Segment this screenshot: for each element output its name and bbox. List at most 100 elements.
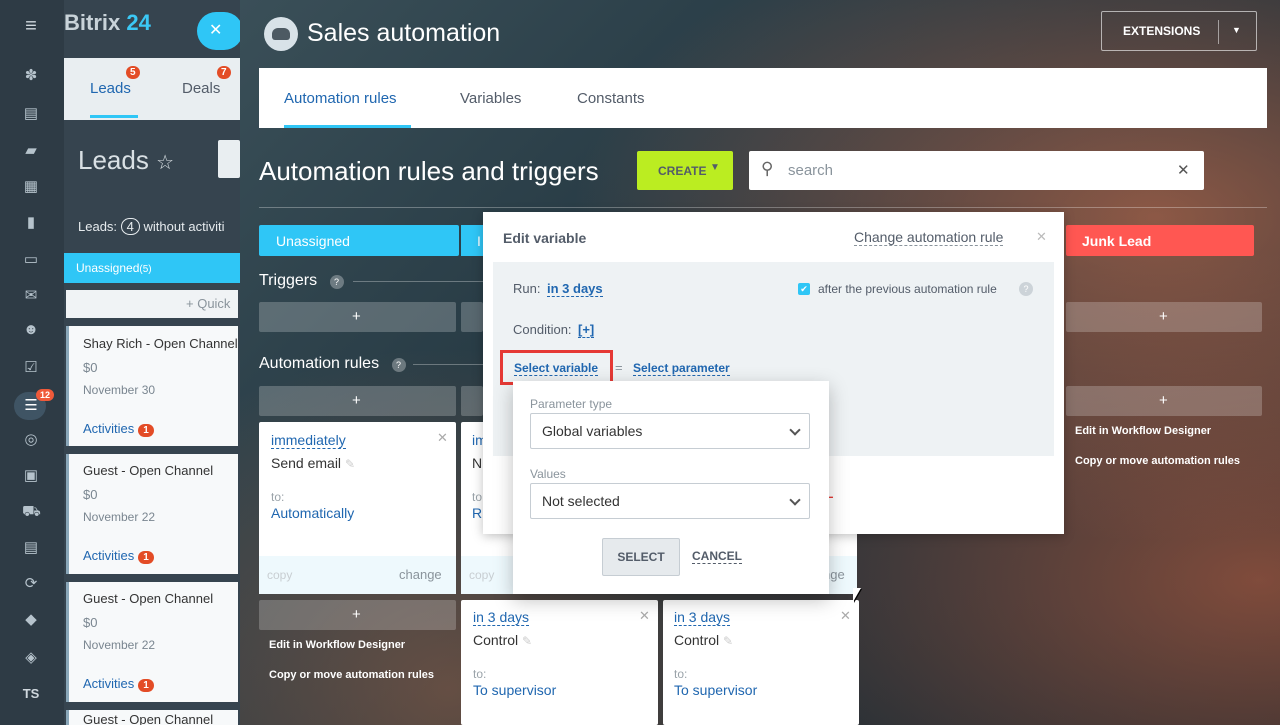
rule-time[interactable]: in 3 days [473,609,530,626]
activity-stream-icon[interactable]: ✽ [22,68,40,84]
after-previous-checkbox[interactable]: ✔ [798,283,810,295]
lead-card[interactable]: Guest - Open Channel $0 November 22 Acti… [66,454,238,574]
drive-icon[interactable]: ▭ [22,252,40,268]
rule-card-control[interactable]: in 3 days ✕ Control ✎ to: To supervisor [461,600,658,725]
rule-time[interactable]: in 3 days [674,609,731,626]
help-icon[interactable]: ? [1019,282,1033,296]
star-icon[interactable]: ☆ [156,152,174,174]
lead-card[interactable]: Guest - Open Channel $0 November 22 Acti… [66,582,238,702]
crm-badge: 12 [36,389,55,401]
leads-filter-input[interactable] [218,140,240,178]
add-trigger-button[interactable] [461,302,483,332]
rule-recipient[interactable]: To supervisor [473,682,556,698]
lead-card[interactable]: Shay Rich - Open Channel $0 November 30 … [66,326,238,446]
menu-icon[interactable]: ≡ [22,16,40,36]
leads-count-badge: 5 [126,66,140,79]
delete-rule-icon[interactable]: ✕ [437,430,448,446]
rule-recipient[interactable]: Automatically [271,505,354,521]
activities-link[interactable]: Activities 1 [83,676,154,692]
robot-icon [264,17,298,51]
stage-second[interactable]: I [461,225,483,256]
rule-recipient[interactable]: To supervisor [674,682,757,698]
rule-card-control[interactable]: in 3 days ✕ Control ✎ to: To supervisor [663,600,859,725]
help-icon[interactable]: ? [391,358,406,372]
activities-link[interactable]: Activities 1 [83,421,154,437]
mail-icon[interactable]: ✉ [22,288,40,304]
select-button[interactable]: SELECT [602,538,680,576]
automation-rules-label: Automation rules ? [259,355,406,373]
close-icon[interactable]: ✕ [1036,229,1047,245]
clear-search-icon[interactable]: ✕ [1177,161,1190,179]
calendar-icon[interactable]: ▦ [22,179,40,195]
select-parameter-link[interactable]: Select parameter [633,361,730,376]
popup-title: Edit variable [503,230,587,246]
tab-variables[interactable]: Variables [460,90,521,107]
cube-icon[interactable]: ◈ [22,650,40,666]
cancel-button[interactable]: CANCEL [692,549,742,564]
add-trigger-button[interactable]: + [1066,302,1262,332]
run-time-link[interactable]: in 3 days [547,281,603,297]
chat-icon[interactable]: ▰ [22,143,40,159]
triggers-line [353,281,483,282]
copy-rule-button[interactable]: copy [267,568,292,582]
documents-icon[interactable]: ▮ [22,215,40,231]
automation-tabs-bar: Automation rules Variables Constants [259,68,1267,128]
groups-icon[interactable]: ☻ [22,322,40,338]
parameter-type-select[interactable]: Global variables [530,413,810,449]
add-rule-button[interactable]: + [259,600,456,630]
rule-card-send-email[interactable]: immediately ✕ Send email ✎ to: Automatic… [259,422,456,594]
pencil-icon[interactable]: ✎ [522,634,532,648]
add-trigger-button[interactable]: + [259,302,456,332]
edit-workflow-designer-link[interactable]: Edit in Workflow Designer [1075,425,1211,437]
checklist-icon[interactable]: ☑ [22,360,40,376]
select-variable-link[interactable]: Select variable [514,361,599,376]
create-button[interactable]: CREATE ▼ [637,151,733,190]
lead-card[interactable]: Guest - Open Channel [66,710,238,725]
chevron-down-icon: ▼ [710,162,720,173]
parameter-dropdown: Parameter type Global variables Values N… [513,381,829,594]
chevron-down-icon: ▼ [1232,25,1241,35]
add-rule-button[interactable]: + [1066,386,1262,416]
crm-filter-icon[interactable]: ☰ [22,398,40,414]
change-automation-rule-link[interactable]: Change automation rule [854,229,1004,246]
window-icon[interactable]: ▣ [22,468,40,484]
contact-card-icon[interactable]: ▤ [22,540,40,556]
delete-rule-icon[interactable]: ✕ [639,608,650,624]
copy-move-rules-link[interactable]: Copy or move automation rules [1075,455,1240,467]
panel-title: Sales automation [307,19,501,47]
values-label: Values [530,467,566,481]
search-input[interactable]: ⚲ search ✕ [749,151,1204,190]
tab-leads[interactable]: Leads [90,80,131,97]
target-icon[interactable]: ◎ [22,432,40,448]
stage-junk-lead[interactable]: Junk Lead [1066,225,1254,256]
tab-constants[interactable]: Constants [577,90,645,107]
close-slider-button[interactable]: ✕ [197,12,243,50]
tab-automation-rules[interactable]: Automation rules [284,90,397,107]
delete-rule-icon[interactable]: ✕ [840,608,851,624]
sync-icon[interactable]: ⟳ [22,576,40,592]
cart-icon[interactable]: ⛟ [22,504,41,520]
tab-deals[interactable]: Deals [182,80,220,97]
divider [259,207,1267,208]
rule-time[interactable]: immediately [271,432,346,449]
user-initials[interactable]: TS [19,686,43,702]
activities-link[interactable]: Activities 1 [83,548,154,564]
pencil-icon[interactable]: ✎ [345,457,355,471]
values-select[interactable]: Not selected [530,483,810,519]
quick-add-lead[interactable]: + Quick [66,290,238,318]
mouse-cursor [853,588,861,602]
add-condition-link[interactable]: [+] [578,322,595,338]
box-icon[interactable]: ◆ [22,612,40,628]
pencil-icon[interactable]: ✎ [723,634,733,648]
stage-unassigned[interactable]: Unassigned [259,225,459,256]
chevron-down-icon [789,424,801,436]
bitrix-logo: Bitrix 24 [64,10,151,35]
add-rule-button[interactable]: + [259,386,456,416]
edit-workflow-designer-link[interactable]: Edit in Workflow Designer [269,639,405,651]
add-rule-button[interactable] [461,386,483,416]
tasks-icon[interactable]: ▤ [22,106,40,122]
extensions-button[interactable]: EXTENSIONS ▼ [1101,11,1257,51]
copy-move-rules-link[interactable]: Copy or move automation rules [269,669,434,681]
change-rule-button[interactable]: change [399,567,442,582]
help-icon[interactable]: ? [329,275,344,289]
